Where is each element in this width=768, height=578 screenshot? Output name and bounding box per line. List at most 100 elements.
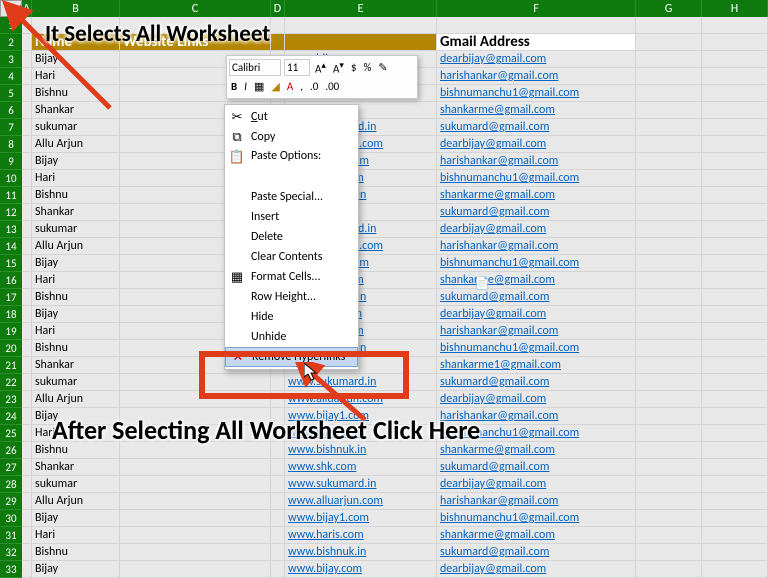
cell[interactable]: [636, 153, 702, 170]
cell[interactable]: [702, 374, 768, 391]
name-cell[interactable]: Bishnu: [32, 340, 120, 357]
cell[interactable]: [285, 17, 437, 34]
cell[interactable]: [22, 136, 32, 153]
cell[interactable]: [22, 425, 32, 442]
col-header-A[interactable]: A: [22, 0, 32, 17]
website-link[interactable]: www.bijay.com: [285, 561, 437, 578]
cell[interactable]: [702, 170, 768, 187]
cell[interactable]: [702, 476, 768, 493]
cell[interactable]: [636, 493, 702, 510]
cell[interactable]: [636, 17, 702, 34]
row-header-12[interactable]: 12: [0, 204, 22, 221]
row-header-16[interactable]: 16: [0, 272, 22, 289]
cell[interactable]: [22, 85, 32, 102]
email-link[interactable]: harishankar@gmail.com: [437, 323, 636, 340]
cell[interactable]: [636, 272, 702, 289]
email-link[interactable]: sukumard@gmail.com: [437, 374, 636, 391]
select-all-corner[interactable]: [0, 0, 22, 17]
name-cell[interactable]: Bijay: [32, 510, 120, 527]
cell[interactable]: [22, 408, 32, 425]
cell[interactable]: [702, 17, 768, 34]
ctx-copy[interactable]: ⧉Copy: [225, 127, 358, 147]
ctx-hide[interactable]: Hide: [225, 307, 358, 327]
cell[interactable]: [120, 459, 271, 476]
name-cell[interactable]: Shankar: [32, 357, 120, 374]
cell[interactable]: [702, 425, 768, 442]
cell[interactable]: [271, 493, 285, 510]
cell[interactable]: [22, 561, 32, 578]
row-header-30[interactable]: 30: [0, 510, 22, 527]
row-header-23[interactable]: 23: [0, 391, 22, 408]
name-cell[interactable]: Hari: [32, 527, 120, 544]
name-cell[interactable]: Hari: [32, 68, 120, 85]
header-gmail[interactable]: Gmail Address: [437, 34, 636, 51]
cell[interactable]: [636, 255, 702, 272]
font-name-select[interactable]: Calibri: [229, 59, 281, 76]
decrease-font-icon[interactable]: A▾: [331, 59, 346, 77]
cell[interactable]: [22, 119, 32, 136]
name-cell[interactable]: sukumar: [32, 119, 120, 136]
cell[interactable]: [636, 187, 702, 204]
cell[interactable]: [636, 204, 702, 221]
name-cell[interactable]: Shankar: [32, 102, 120, 119]
increase-font-icon[interactable]: A▴: [313, 59, 328, 77]
decrease-decimal-icon[interactable]: .0: [308, 79, 320, 94]
ctx-delete[interactable]: Delete: [225, 227, 358, 247]
ctx-row-height[interactable]: Row Height...: [225, 287, 358, 307]
cell[interactable]: [636, 170, 702, 187]
cell[interactable]: [22, 510, 32, 527]
cell[interactable]: [702, 187, 768, 204]
cell[interactable]: [636, 544, 702, 561]
name-cell[interactable]: Bijay: [32, 153, 120, 170]
comma-icon[interactable]: ,: [298, 79, 305, 94]
cell[interactable]: [271, 544, 285, 561]
email-link[interactable]: bishnumanchu1@gmail.com: [437, 340, 636, 357]
name-cell[interactable]: sukumar: [32, 374, 120, 391]
cell[interactable]: [22, 17, 32, 34]
website-link[interactable]: www.bijay1.com: [285, 510, 437, 527]
email-link[interactable]: harishankar@gmail.com: [437, 153, 636, 170]
cell[interactable]: [120, 544, 271, 561]
row-header-4[interactable]: 4: [0, 68, 22, 85]
cell[interactable]: [120, 510, 271, 527]
cell[interactable]: [636, 85, 702, 102]
cell[interactable]: [702, 102, 768, 119]
cell[interactable]: [271, 510, 285, 527]
cell[interactable]: [702, 68, 768, 85]
cell[interactable]: [22, 459, 32, 476]
cell[interactable]: [636, 442, 702, 459]
cell[interactable]: [702, 136, 768, 153]
cell[interactable]: [702, 527, 768, 544]
email-link[interactable]: dearbijay@gmail.com: [437, 136, 636, 153]
cell[interactable]: [702, 289, 768, 306]
fill-color-icon[interactable]: ◢: [269, 79, 281, 94]
cell[interactable]: [120, 476, 271, 493]
ctx-unhide[interactable]: Unhide: [225, 327, 358, 347]
row-header-31[interactable]: 31: [0, 527, 22, 544]
cell[interactable]: [22, 34, 32, 51]
col-header-D[interactable]: D: [271, 0, 285, 17]
cell[interactable]: [120, 493, 271, 510]
row-header-5[interactable]: 5: [0, 85, 22, 102]
name-cell[interactable]: Bishnu: [32, 544, 120, 561]
paste-option-default[interactable]: 📄: [469, 272, 495, 294]
format-painter-icon[interactable]: ✎: [376, 60, 389, 75]
ctx-insert[interactable]: Insert: [225, 207, 358, 227]
email-link[interactable]: bishnumanchu1@gmail.com: [437, 510, 636, 527]
cell[interactable]: [702, 323, 768, 340]
website-link[interactable]: www.alluarjun.com: [285, 493, 437, 510]
row-header-2[interactable]: 2: [0, 34, 22, 51]
cell[interactable]: [271, 561, 285, 578]
email-link[interactable]: harishankar@gmail.com: [437, 68, 636, 85]
cell[interactable]: [702, 153, 768, 170]
email-link[interactable]: dearbijay@gmail.com: [437, 391, 636, 408]
cell[interactable]: [702, 510, 768, 527]
email-link[interactable]: dearbijay@gmail.com: [437, 561, 636, 578]
cell[interactable]: [22, 272, 32, 289]
cell[interactable]: [702, 561, 768, 578]
email-link[interactable]: bishnumanchu1@gmail.com: [437, 85, 636, 102]
border-icon[interactable]: ▦: [252, 79, 266, 94]
cell[interactable]: [636, 238, 702, 255]
cell[interactable]: [22, 544, 32, 561]
cell[interactable]: [636, 408, 702, 425]
